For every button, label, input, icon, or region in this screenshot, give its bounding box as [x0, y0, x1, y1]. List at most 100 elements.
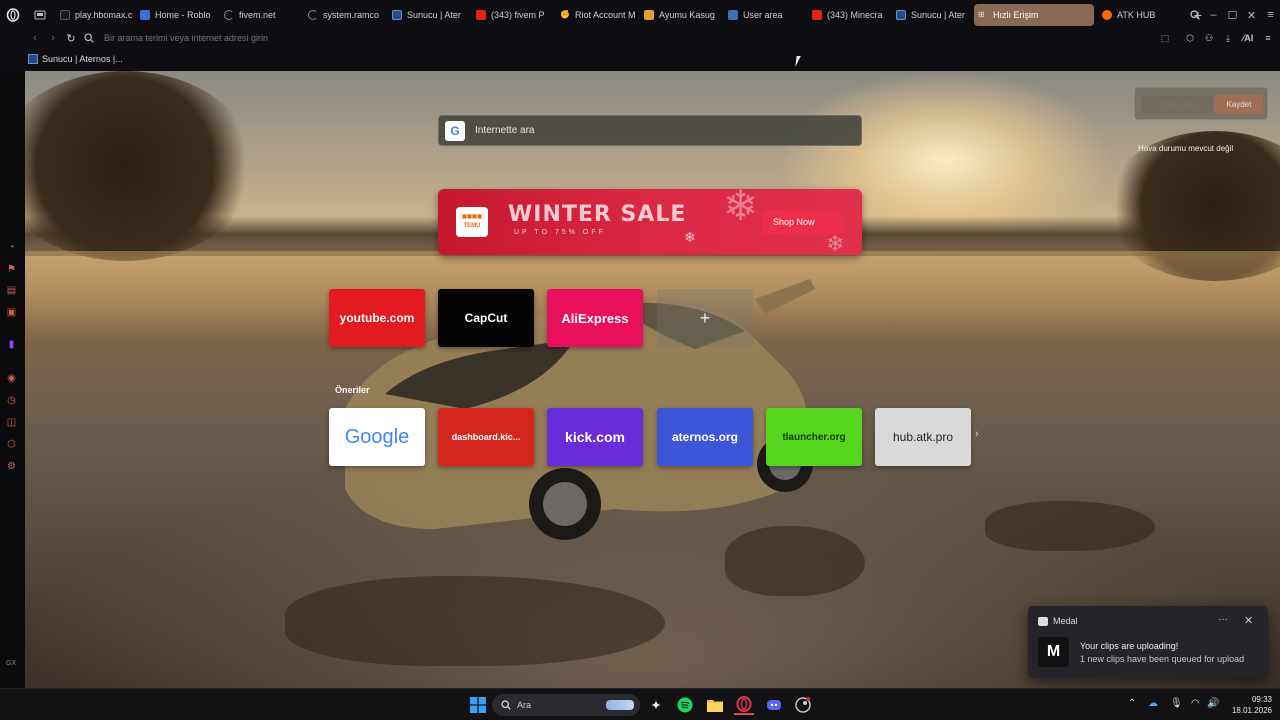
start-icon[interactable] [468, 695, 488, 715]
twitch-icon[interactable]: ▮ [5, 338, 18, 351]
background-crack [285, 576, 665, 666]
opera-gx-menu-icon[interactable] [2, 4, 24, 26]
toolbar-right: ⬚ ⬡ ⚇ ⤓ ⁄AI ≡ [1157, 30, 1276, 46]
bookmark-aternos[interactable]: Sunucu | Aternos |... [28, 53, 123, 64]
suggestion-google[interactable]: Google [329, 408, 425, 466]
tab-user-area[interactable]: User area [724, 4, 808, 26]
onedrive-icon[interactable]: ☁ [1148, 698, 1158, 709]
shop-now-button[interactable]: Shop Now [763, 210, 843, 234]
clock-time: 09:33 [1251, 695, 1272, 704]
medal-small-icon [1038, 617, 1048, 626]
speed-dial-capcut[interactable]: CapCut [438, 289, 534, 347]
pinboard-icon[interactable]: ◫ [5, 416, 18, 429]
suggestions-next-icon[interactable]: › [975, 428, 979, 440]
close-notification-icon[interactable]: ✕ [1244, 614, 1253, 627]
gx-corner-icon[interactable]: ⚑ [5, 263, 18, 276]
youtube-favicon [812, 10, 822, 20]
suggestion-aternos[interactable]: aternos.org [657, 408, 753, 466]
opera-gx-taskbar-icon[interactable] [734, 695, 754, 715]
mouse-cursor [795, 56, 805, 67]
background-crack [985, 501, 1155, 551]
back-icon[interactable]: ‹ [26, 30, 44, 46]
volume-icon[interactable]: 🔊 [1207, 698, 1219, 709]
ai-button[interactable]: ⁄AI [1239, 30, 1257, 46]
system-clock[interactable]: 09:33 18.01.2026 [1232, 694, 1272, 716]
bookmark-bar: Sunucu | Aternos |... [0, 46, 1280, 71]
search-input[interactable] [475, 125, 835, 136]
spotify-icon[interactable] [675, 695, 695, 715]
youtube-favicon [476, 10, 486, 20]
tidal-icon[interactable]: ✦ [646, 695, 666, 715]
aternos-favicon [28, 53, 38, 64]
taskbar-search-input[interactable] [517, 700, 597, 710]
workspaces-icon[interactable] [30, 5, 50, 25]
weather-save-button[interactable]: Kaydet [1215, 95, 1263, 114]
extensions-sidebar-icon[interactable]: ⬡ [5, 438, 18, 451]
tab-roblox[interactable]: Home - Roblo [136, 4, 220, 26]
tab-bar: play.hbomax.c Home - Roblo fivem.net sys… [0, 0, 1280, 30]
history-icon[interactable]: ◷ [5, 394, 18, 407]
suggestion-kick[interactable]: kick.com [547, 408, 643, 466]
reload-icon[interactable]: ↻ [62, 30, 80, 46]
tab-riot[interactable]: ✊ Riot Account M [556, 4, 640, 26]
tab-aternos-2[interactable]: Sunucu | Ater [892, 4, 970, 26]
forward-icon[interactable]: › [44, 30, 62, 46]
player-icon[interactable]: ◉ [5, 372, 18, 385]
close-window-icon[interactable]: ✕ [1242, 0, 1261, 30]
plus-icon: + [699, 307, 711, 328]
tab-fivem[interactable]: fivem.net [220, 4, 304, 26]
menu-icon[interactable]: ≡ [1260, 30, 1276, 46]
weather-widget: Kaydet [1134, 87, 1268, 120]
temu-logo-glyphs: ◼◼◼◼ [462, 214, 482, 220]
gx-cleaner-icon[interactable]: ▤ [5, 284, 18, 297]
add-site-button[interactable]: + [657, 289, 753, 347]
capcut-label: CapCut [464, 311, 508, 325]
url-input[interactable] [104, 33, 664, 43]
tab-aternos-1[interactable]: Sunucu | Ater [388, 4, 472, 26]
suggestions-title: Öneriler [335, 385, 370, 395]
maximize-icon[interactable]: ☐ [1223, 0, 1242, 30]
steam-icon[interactable] [793, 695, 813, 715]
snowflake-icon: ❄ [826, 231, 845, 255]
tab-hbomax[interactable]: play.hbomax.c [56, 4, 136, 26]
settings-icon[interactable]: ⚙ [5, 460, 18, 473]
tab-ayumu[interactable]: Ayumu Kasug [640, 4, 724, 26]
google-icon: G [445, 120, 465, 141]
tab-search-icon[interactable] [1185, 0, 1204, 30]
minimize-icon[interactable]: – [1204, 0, 1223, 30]
medal-logo-icon: M [1038, 637, 1069, 667]
notification-app-name: Medal [1053, 616, 1078, 626]
tray-overflow-icon[interactable]: ⌃ [1128, 698, 1136, 709]
tab-youtube-fivem[interactable]: (343) fivem P [472, 4, 556, 26]
tab-youtube-minecraft[interactable]: (343) Minecra [808, 4, 892, 26]
download-icon[interactable]: ⤓ [1220, 30, 1236, 46]
suggestion-tlauncher[interactable]: tlauncher.org [766, 408, 862, 466]
extensions-icon[interactable]: ⬡ [1182, 30, 1198, 46]
temu-ad-banner[interactable]: ◼◼◼◼ TEMU WINTER SALE UP TO 75% OFF ❄ ❄ … [438, 189, 862, 255]
microphone-icon[interactable]: 🎙 [1170, 698, 1183, 709]
file-explorer-icon[interactable] [705, 695, 725, 715]
medal-notification[interactable]: Medal ··· ✕ M Your clips are uploading! … [1028, 606, 1268, 678]
wifi-icon[interactable]: ◠ [1191, 698, 1200, 709]
snapshot-icon[interactable]: ⬚ [1157, 30, 1173, 46]
messenger-icon[interactable]: ▣ [5, 306, 18, 319]
gx-control-icon[interactable]: ◔ [5, 241, 18, 254]
discord-icon[interactable] [764, 695, 784, 715]
suggestion-kick-dashboard[interactable]: dashboard.kic... [438, 408, 534, 466]
speed-dial-aliexpress[interactable]: AliExpress [547, 289, 643, 347]
profile-icon[interactable]: ⚇ [1201, 30, 1217, 46]
anime-favicon [644, 10, 654, 20]
easy-setup-icon[interactable]: ≡ [1261, 0, 1280, 30]
atk-favicon [1102, 10, 1112, 20]
city-input[interactable] [1141, 96, 1213, 113]
more-options-icon[interactable]: ··· [1218, 614, 1228, 625]
tab-speed-dial[interactable]: ⊞ Hızlı Erişim [974, 4, 1094, 26]
clock-date: 18.01.2026 [1231, 706, 1272, 715]
suggestion-atk-hub[interactable]: hub.atk.pro [875, 408, 971, 466]
taskbar-search[interactable] [492, 694, 640, 716]
speed-dial-youtube[interactable]: youtube.com [329, 289, 425, 347]
tab-atk-hub[interactable]: ATK HUB [1098, 4, 1182, 26]
aternos-favicon [392, 10, 402, 20]
tab-ramco[interactable]: system.ramco [304, 4, 388, 26]
web-search-box[interactable]: G [438, 115, 862, 146]
